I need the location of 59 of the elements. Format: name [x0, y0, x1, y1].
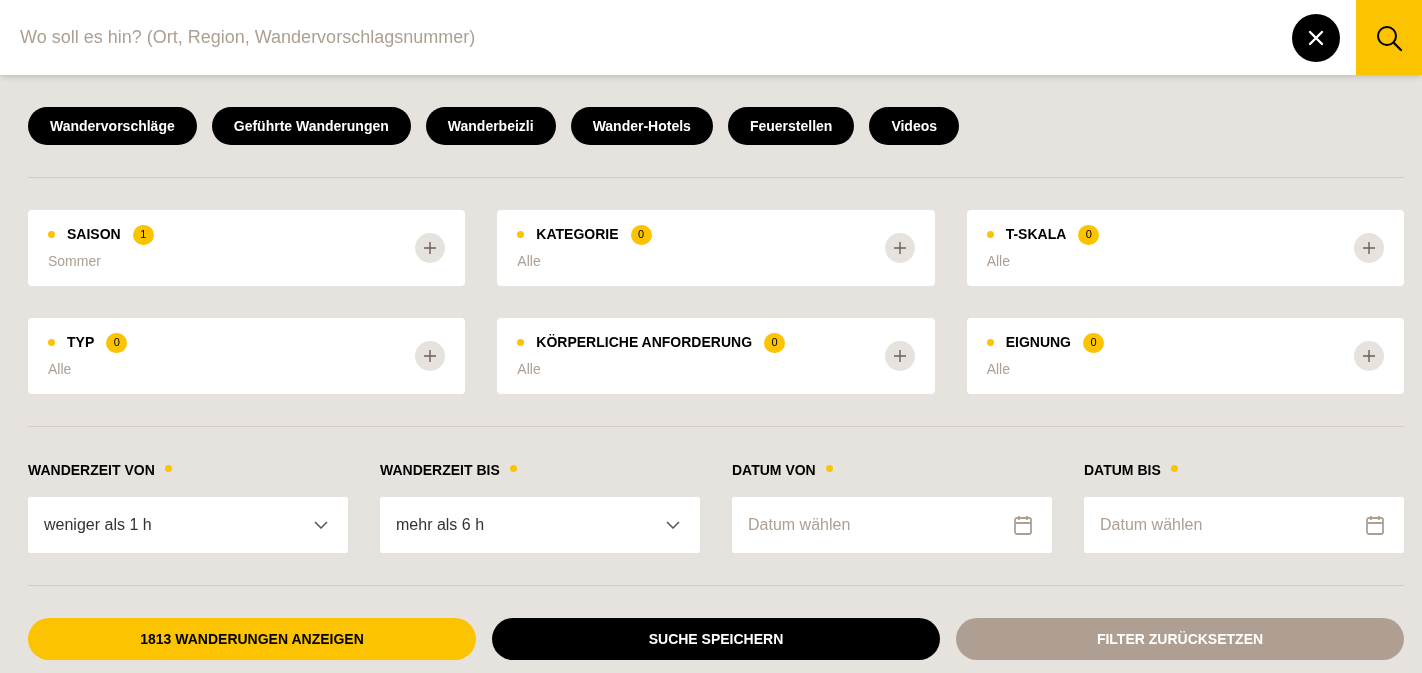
filter-card[interactable]: SAISON 1 Sommer [28, 210, 466, 286]
search-field[interactable]: Wo soll es hin? (Ort, Region, Wandervorschlagsnummer) [0, 0, 1292, 75]
filter-card[interactable]: EIGNUNG 0 Alle [966, 318, 1404, 394]
filter-card[interactable]: KÖRPERLICHE ANFORDERUNG 0 Alle [497, 318, 935, 394]
filter-value: Sommer [48, 252, 102, 271]
field-label: WANDERZEIT VON [28, 460, 155, 480]
count-badge: 0 [630, 224, 652, 245]
filter-value: Alle [986, 360, 1011, 379]
plus-icon [893, 350, 906, 362]
expand-button[interactable] [1354, 233, 1384, 263]
field-label: WANDERZEIT BIS [380, 460, 500, 480]
category-button[interactable]: Videos [869, 107, 960, 145]
filter-title: TYP [67, 333, 95, 352]
field-label: DATUM VON [732, 460, 816, 480]
close-icon [1308, 29, 1324, 46]
filter-title: KÖRPERLICHE ANFORDERUNG [536, 333, 753, 352]
count-badge: 0 [1078, 224, 1100, 245]
chevron-down-icon [666, 521, 680, 529]
plus-icon [1363, 242, 1375, 254]
filter-value: Alle [517, 252, 542, 271]
filter-title: T-SKALA [1005, 225, 1067, 244]
category-button[interactable]: Wanderbeizli [425, 107, 556, 145]
expand-button[interactable] [415, 233, 446, 263]
dropdown-field[interactable]: weniger als 1 h [28, 497, 348, 553]
count-badge: 0 [764, 332, 786, 353]
filter-title: SAISON [67, 225, 121, 244]
calendar-icon [1366, 515, 1384, 535]
plus-icon [424, 242, 437, 254]
filter-card[interactable]: T-SKALA 0 Alle [966, 210, 1404, 286]
expand-button[interactable] [415, 341, 446, 371]
category-button[interactable]: Feuerstellen [727, 107, 855, 145]
category-button[interactable]: Wandervorschläge [28, 107, 197, 145]
plus-icon [893, 242, 906, 254]
filter-value: Alle [517, 360, 542, 379]
search-icon [1375, 23, 1403, 52]
plus-icon [1363, 350, 1375, 362]
field-label: DATUM BIS [1084, 460, 1161, 480]
count-badge: 0 [106, 332, 128, 353]
close-button[interactable] [1292, 13, 1340, 62]
category-button[interactable]: Wander-Hotels [570, 107, 713, 145]
filter-card[interactable]: KATEGORIE 0 Alle [497, 210, 935, 286]
count-badge: 1 [132, 224, 154, 245]
filter-card[interactable]: TYP 0 Alle [28, 318, 466, 394]
plus-icon [424, 350, 437, 362]
show-results-button[interactable]: 1813 WANDERUNGEN ANZEIGEN [28, 618, 476, 660]
filter-value: Alle [48, 360, 73, 379]
calendar-icon [1014, 515, 1032, 535]
dropdown-field[interactable]: mehr als 6 h [380, 497, 700, 553]
expand-button[interactable] [884, 233, 915, 263]
filter-value: Alle [986, 252, 1011, 271]
category-button[interactable]: Geführte Wanderungen [211, 107, 411, 145]
search-button[interactable] [1356, 0, 1422, 75]
expand-button[interactable] [1354, 341, 1384, 371]
save-search-button[interactable]: SUCHE SPEICHERN [492, 618, 940, 660]
expand-button[interactable] [884, 341, 915, 371]
filter-title: KATEGORIE [536, 225, 619, 244]
filter-title: EIGNUNG [1005, 333, 1071, 352]
chevron-down-icon [314, 521, 328, 529]
count-badge: 0 [1083, 332, 1104, 353]
